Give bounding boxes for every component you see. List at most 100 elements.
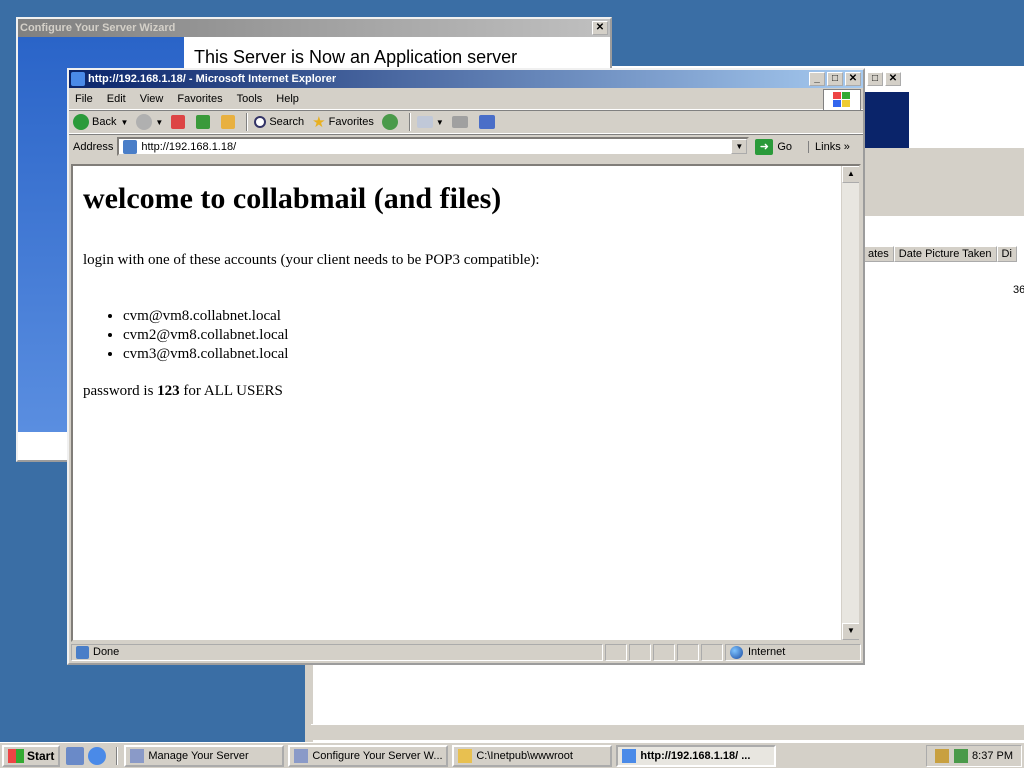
quick-launch-desktop-icon[interactable] bbox=[66, 746, 85, 765]
system-tray: 8:37 PM bbox=[926, 744, 1022, 767]
password-prefix: password is bbox=[83, 383, 158, 399]
taskbar-button-wwwroot[interactable]: C:\Inetpub\wwwroot bbox=[452, 744, 613, 767]
home-icon bbox=[221, 115, 236, 129]
list-item: cvm2@vm8.collabnet.local bbox=[123, 326, 859, 345]
menu-edit[interactable]: Edit bbox=[107, 93, 126, 105]
menu-favorites[interactable]: Favorites bbox=[177, 93, 222, 105]
page-content: welcome to collabmail (and files) login … bbox=[71, 164, 861, 642]
mail-icon bbox=[416, 116, 433, 128]
tray-icon[interactable] bbox=[935, 748, 949, 763]
minimize-button[interactable]: _ bbox=[809, 72, 825, 86]
explorer-banner bbox=[865, 92, 909, 148]
maximize-button[interactable]: □ bbox=[827, 72, 843, 86]
restore-button[interactable]: □ bbox=[867, 72, 883, 86]
status-cell bbox=[677, 643, 699, 661]
menu-help[interactable]: Help bbox=[276, 93, 299, 105]
chevron-down-icon[interactable]: ▼ bbox=[155, 118, 163, 127]
taskbar-button-configure-wizard[interactable]: Configure Your Server W... bbox=[288, 744, 449, 767]
favorites-label: Favorites bbox=[328, 116, 374, 128]
status-cell bbox=[629, 643, 651, 661]
wizard-heading: This Server is Now an Application server bbox=[184, 37, 610, 71]
links-button[interactable]: Links » bbox=[808, 140, 850, 153]
column-header-date-picture-taken[interactable]: Date Picture Taken bbox=[893, 246, 997, 262]
task-label: Configure Your Server W... bbox=[312, 749, 443, 762]
status-cell bbox=[653, 643, 675, 661]
explorer-column-headers: ates Date Picture Taken Di bbox=[863, 246, 1017, 262]
star-icon: ★ bbox=[312, 114, 326, 131]
folder-icon bbox=[458, 748, 473, 763]
favorites-button[interactable]: ★ Favorites bbox=[312, 113, 374, 131]
wizard-title: Configure Your Server Wizard bbox=[20, 22, 176, 34]
chevron-down-icon[interactable]: ▼ bbox=[120, 118, 128, 127]
ie-titlebar[interactable]: http://192.168.1.18/ - Microsoft Interne… bbox=[69, 70, 863, 88]
search-label: Search bbox=[269, 116, 305, 128]
search-icon bbox=[254, 116, 267, 128]
wizard-titlebar[interactable]: Configure Your Server Wizard ✕ bbox=[18, 19, 610, 37]
taskbar-button-manage-your-server[interactable]: Manage Your Server bbox=[124, 744, 285, 767]
refresh-button[interactable] bbox=[196, 115, 213, 129]
edit-button[interactable] bbox=[478, 115, 498, 129]
chevron-right-icon: » bbox=[843, 140, 850, 153]
go-button[interactable]: ➜ Go bbox=[755, 138, 793, 155]
horizontal-scrollbar[interactable] bbox=[311, 724, 1024, 740]
home-button[interactable] bbox=[221, 115, 238, 129]
internet-explorer-window: http://192.168.1.18/ - Microsoft Interne… bbox=[67, 68, 865, 665]
windows-logo-icon bbox=[823, 89, 861, 111]
scroll-up-button[interactable]: ▲ bbox=[842, 166, 859, 183]
password-text: password is 123 for ALL USERS bbox=[83, 383, 859, 400]
menu-file[interactable]: File bbox=[75, 93, 93, 105]
ie-icon bbox=[71, 72, 85, 86]
status-text: Done bbox=[93, 646, 120, 658]
intro-text: login with one of these accounts (your c… bbox=[83, 252, 540, 268]
back-label: Back bbox=[92, 116, 117, 128]
go-arrow-icon: ➜ bbox=[755, 138, 774, 155]
toolbar-separator bbox=[408, 113, 411, 131]
back-button[interactable]: Back ▼ bbox=[73, 114, 128, 130]
close-button[interactable]: ✕ bbox=[592, 21, 608, 35]
clock[interactable]: 8:37 PM bbox=[972, 750, 1013, 762]
task-label: C:\Inetpub\wwwroot bbox=[476, 749, 573, 762]
status-bar: Done Internet bbox=[71, 643, 861, 661]
column-header[interactable]: ates bbox=[863, 246, 894, 262]
start-label: Start bbox=[27, 748, 55, 763]
close-button[interactable]: ✕ bbox=[885, 72, 901, 86]
page-icon bbox=[123, 139, 138, 154]
mail-button[interactable]: ▼ bbox=[416, 116, 444, 128]
go-label: Go bbox=[777, 140, 793, 153]
ie-icon bbox=[622, 748, 637, 763]
refresh-icon bbox=[196, 115, 211, 129]
wizard-icon bbox=[294, 748, 309, 763]
column-header[interactable]: Di bbox=[996, 246, 1017, 262]
edit-page-icon bbox=[478, 115, 495, 129]
print-button[interactable] bbox=[451, 116, 471, 128]
cell-value: 36 bbox=[1013, 284, 1024, 296]
close-button[interactable]: ✕ bbox=[845, 72, 861, 86]
account-list: cvm@vm8.collabnet.local cvm2@vm8.collabn… bbox=[123, 307, 859, 364]
tray-icon[interactable] bbox=[953, 748, 968, 763]
search-button[interactable]: Search bbox=[254, 116, 304, 128]
windows-flag-icon bbox=[8, 748, 24, 763]
history-button[interactable] bbox=[381, 114, 401, 130]
address-input[interactable]: http://192.168.1.18/ ▼ bbox=[117, 137, 750, 156]
menu-view[interactable]: View bbox=[140, 93, 164, 105]
vertical-scrollbar[interactable]: ▲ ▼ bbox=[841, 166, 859, 640]
task-label: Manage Your Server bbox=[148, 749, 249, 762]
printer-icon bbox=[451, 116, 468, 128]
menu-tools[interactable]: Tools bbox=[237, 93, 263, 105]
links-label: Links bbox=[815, 140, 841, 153]
password-value: 123 bbox=[157, 383, 180, 399]
start-button[interactable]: Start bbox=[2, 744, 61, 767]
address-url[interactable]: http://192.168.1.18/ bbox=[141, 141, 236, 153]
history-icon bbox=[381, 114, 398, 130]
taskbar-button-internet-explorer[interactable]: http://192.168.1.18/ ... bbox=[616, 744, 777, 767]
address-dropdown-button[interactable]: ▼ bbox=[731, 139, 748, 154]
scroll-down-button[interactable]: ▼ bbox=[842, 623, 859, 640]
address-label: Address bbox=[73, 140, 114, 153]
page-heading: welcome to collabmail (and files) bbox=[83, 182, 502, 215]
toolbar-separator bbox=[246, 113, 249, 131]
stop-button[interactable] bbox=[171, 115, 188, 129]
quick-launch-ie-icon[interactable] bbox=[88, 746, 107, 765]
forward-button[interactable]: ▼ bbox=[136, 114, 163, 130]
chevron-down-icon[interactable]: ▼ bbox=[436, 118, 444, 127]
globe-icon bbox=[730, 645, 743, 659]
